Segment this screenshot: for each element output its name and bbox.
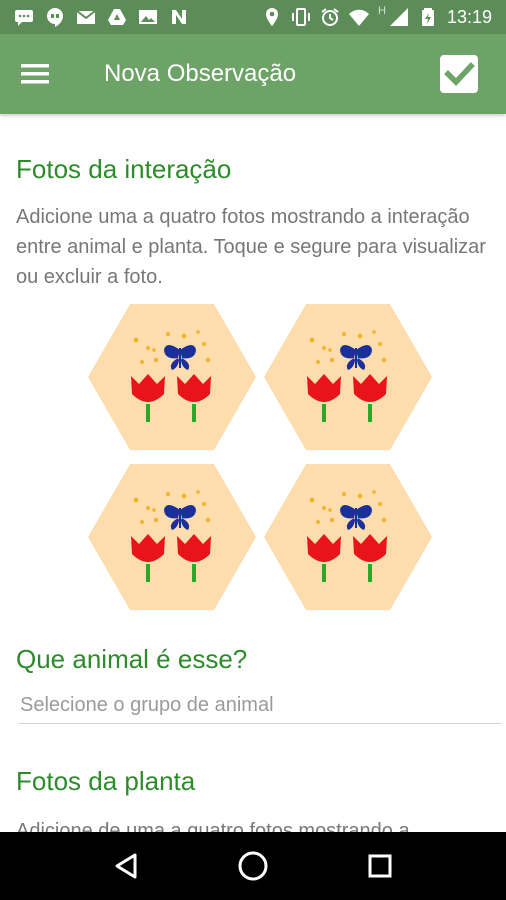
messages-icon bbox=[15, 10, 33, 26]
wifi-icon bbox=[349, 9, 369, 27]
hangouts-icon bbox=[47, 8, 63, 27]
photo-placeholder-1[interactable] bbox=[88, 304, 256, 450]
gmail-icon bbox=[76, 10, 96, 24]
confirm-button[interactable] bbox=[424, 34, 494, 114]
home-icon bbox=[238, 851, 268, 881]
clock: 13:19 bbox=[446, 6, 492, 27]
hamburger-menu-icon bbox=[21, 64, 49, 84]
back-button[interactable] bbox=[102, 842, 150, 890]
battery-icon bbox=[421, 8, 434, 26]
n-icon bbox=[172, 10, 186, 24]
status-bar: H 13:19 bbox=[0, 0, 506, 34]
network-type-label: H bbox=[378, 5, 386, 17]
photo-placeholder-2[interactable] bbox=[264, 304, 432, 450]
recents-button[interactable] bbox=[356, 842, 404, 890]
drive-icon bbox=[108, 9, 126, 25]
back-icon bbox=[115, 853, 137, 879]
photo-placeholder-4[interactable] bbox=[264, 464, 432, 610]
form-content[interactable]: Fotos da interação Adicione uma a quatro… bbox=[0, 114, 506, 832]
system-icons: H 13:19 bbox=[262, 5, 506, 28]
animal-group-placeholder: Selecione o grupo de animal bbox=[20, 694, 274, 716]
interaction-photos-title: Fotos da interação bbox=[16, 154, 232, 184]
navigation-bar bbox=[0, 832, 506, 900]
animal-group-select[interactable]: Selecione o grupo de animal bbox=[18, 692, 502, 724]
home-button[interactable] bbox=[229, 842, 277, 890]
photo-placeholder-3[interactable] bbox=[88, 464, 256, 610]
plant-photos-title: Fotos da planta bbox=[16, 766, 196, 796]
location-icon bbox=[266, 8, 278, 26]
recents-icon bbox=[368, 854, 392, 878]
interaction-photos-description: Adicione uma a quatro fotos mostrando a … bbox=[16, 206, 486, 288]
vibrate-icon bbox=[292, 8, 310, 26]
check-icon bbox=[440, 55, 478, 93]
page-title: Nova Observação bbox=[104, 60, 297, 87]
menu-button[interactable] bbox=[0, 34, 70, 114]
signal-icon bbox=[389, 8, 408, 26]
animal-section-title: Que animal é esse? bbox=[16, 644, 248, 674]
notification-icons bbox=[0, 7, 262, 27]
alarm-icon bbox=[321, 8, 339, 26]
photos-icon bbox=[139, 10, 157, 24]
app-bar: Nova Observação bbox=[0, 34, 506, 114]
interaction-photo-grid bbox=[88, 304, 438, 614]
plant-photos-description: Adicione de uma a quatro fotos mostrando… bbox=[16, 820, 410, 832]
